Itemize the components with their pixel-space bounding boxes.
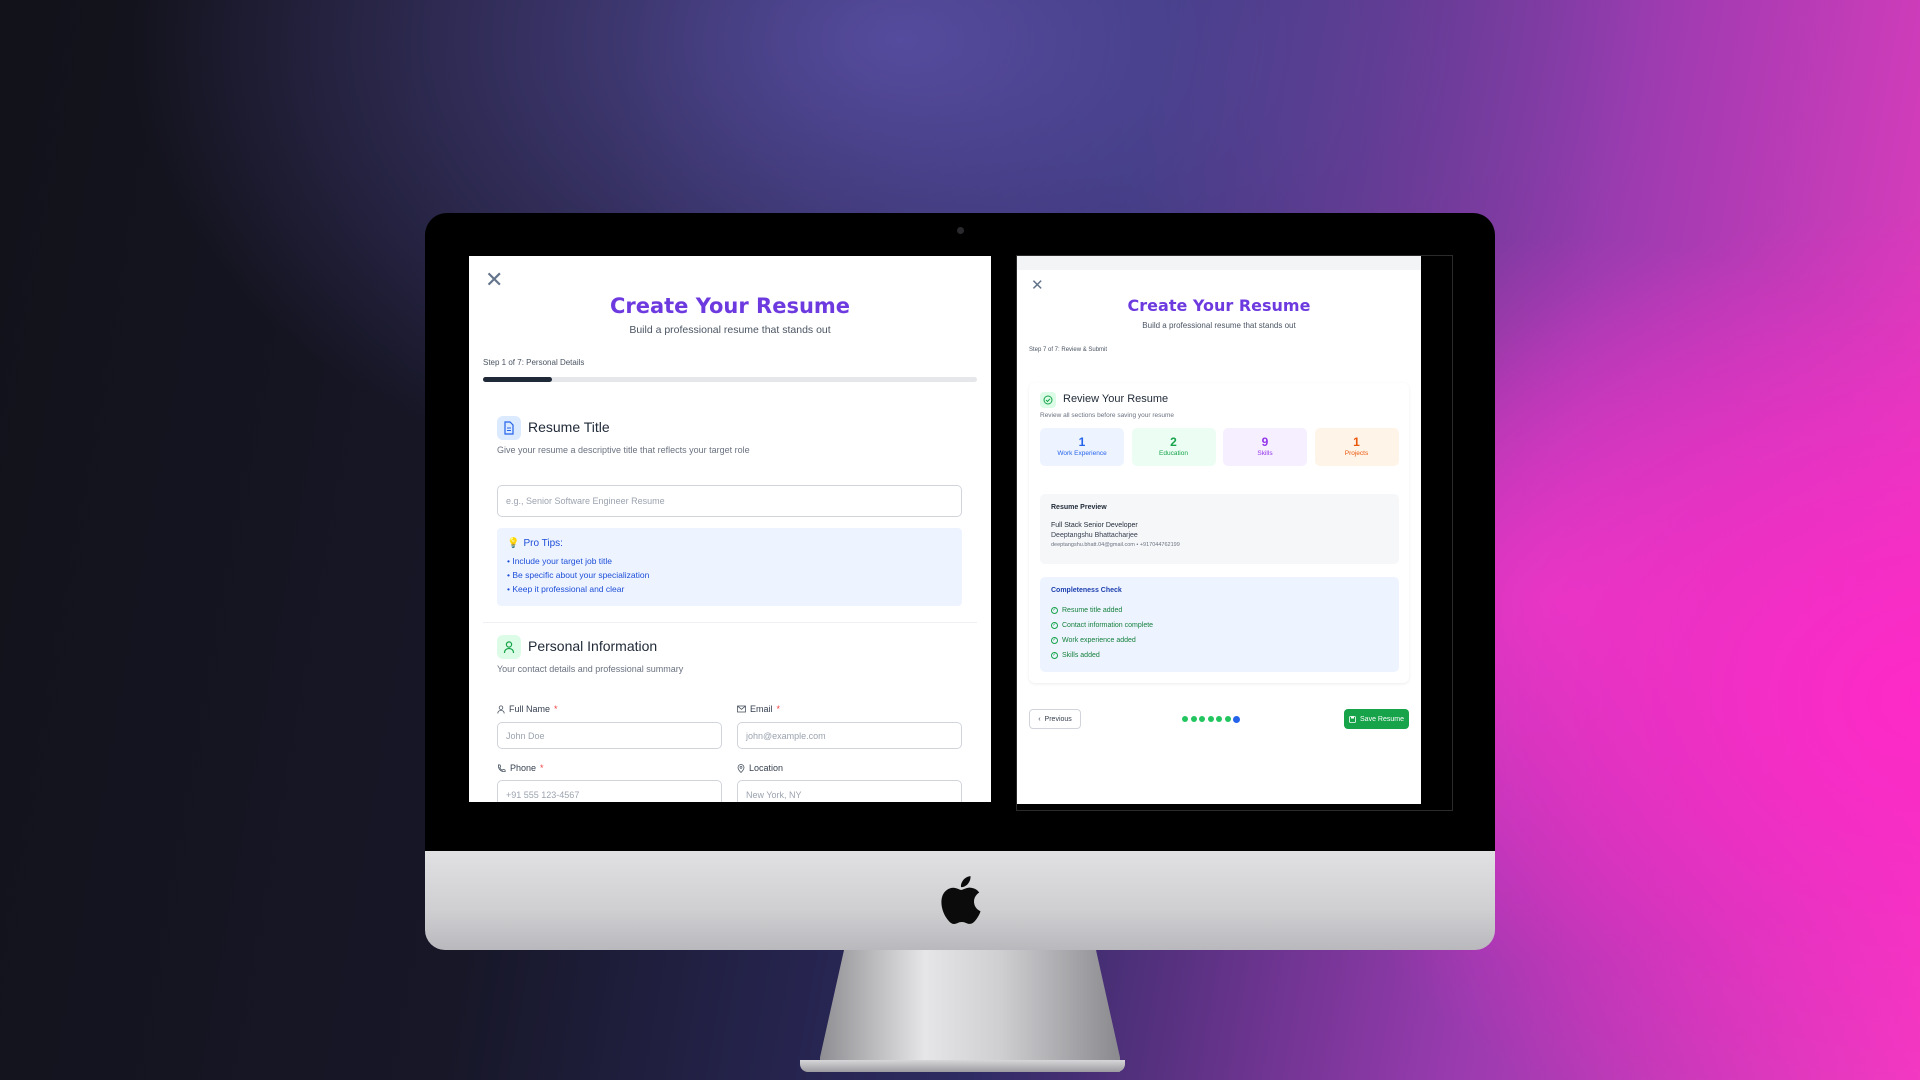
phone-input[interactable]: +91 555 123-4567 — [497, 780, 722, 802]
check-icon: ✓ — [1051, 607, 1058, 614]
tip-item: • Include your target job title — [507, 556, 613, 566]
page-subtitle: Build a professional resume that stands … — [1142, 321, 1296, 330]
step-dot — [1216, 716, 1222, 722]
lightbulb-icon: 💡 — [507, 538, 520, 549]
right-screen: ✕ Create Your Resume Build a professiona… — [1017, 256, 1421, 804]
stat-label: Projects — [1344, 450, 1369, 457]
preview-resume-title: Full Stack Senior Developer — [1051, 522, 1138, 529]
required-marker: * — [554, 704, 558, 714]
completeness-item: ✓ Work experience added — [1051, 637, 1136, 644]
stat-card: 9 Skills — [1223, 428, 1307, 466]
completeness-item: ✓ Resume title added — [1051, 607, 1122, 614]
monitor-chin — [425, 851, 1495, 950]
completeness-heading: Completeness Check — [1051, 587, 1122, 594]
phone-label: Phone * — [497, 763, 544, 773]
review-description: Review all sections before saving your r… — [1040, 412, 1175, 419]
full-name-label: Full Name * — [497, 704, 558, 714]
personal-info-description: Your contact details and professional su… — [497, 664, 684, 674]
step-dot — [1182, 716, 1188, 722]
step-dot — [1199, 716, 1205, 722]
completeness-item-label: Skills added — [1062, 652, 1100, 659]
check-icon: ✓ — [1051, 637, 1058, 644]
step-dot — [1224, 716, 1231, 722]
user-icon — [497, 705, 505, 714]
preview-contact: deeptangshu.bhatt.04@gmail.com • +917044… — [1051, 542, 1180, 548]
close-icon[interactable]: ✕ — [485, 270, 503, 292]
step-dot — [1190, 716, 1197, 722]
email-input[interactable]: john@example.com — [737, 722, 962, 749]
stat-value: 2 — [1170, 435, 1177, 449]
completeness-check: Completeness Check ✓ Resume title added ✓… — [1040, 577, 1399, 672]
location-label-text: Location — [749, 763, 784, 773]
resume-title-description: Give your resume a descriptive title tha… — [497, 445, 750, 455]
page-title: Create Your Resume — [609, 294, 851, 318]
step-dot — [1233, 715, 1240, 723]
stat-card: 2 Education — [1131, 428, 1216, 466]
completeness-item: ✓ Contact information complete — [1051, 622, 1153, 629]
check-icon: ✓ — [1051, 622, 1058, 629]
review-card: Review Your Resume Review all sections b… — [1029, 383, 1409, 683]
chevron-left-icon: ‹ — [1038, 715, 1041, 723]
stat-value: 9 — [1261, 435, 1269, 449]
previous-button[interactable]: ‹ Previous — [1029, 709, 1081, 729]
required-marker: * — [776, 704, 781, 714]
resume-preview-heading: Resume Preview — [1051, 504, 1107, 511]
phone-icon — [497, 763, 506, 772]
save-resume-button[interactable]: Save Resume — [1344, 709, 1409, 729]
email-label: Email * — [737, 704, 780, 714]
check-icon: ✓ — [1051, 652, 1058, 659]
stat-label: Skills — [1257, 450, 1273, 457]
page-subtitle: Build a professional resume that stands … — [629, 324, 831, 336]
review-heading: Review Your Resume — [1063, 393, 1169, 405]
step-indicator: Step 7 of 7: Review & Submit — [1029, 347, 1108, 353]
monitor-stand-base — [800, 1060, 1125, 1072]
phone-label-text: Phone — [510, 763, 537, 773]
mail-icon — [737, 705, 746, 713]
preview-name: Deeptangshu Bhattacharjee — [1051, 532, 1138, 539]
left-screen: ✕ Create Your Resume Build a professiona… — [469, 256, 991, 802]
completeness-item-label: Work experience added — [1062, 637, 1136, 644]
resume-title-heading: Resume Title — [528, 419, 610, 435]
close-icon[interactable]: ✕ — [1031, 278, 1044, 293]
resume-title-input[interactable]: e.g., Senior Software Engineer Resume — [497, 485, 962, 517]
pro-tips-box: 💡 Pro Tips: • Include your target job ti… — [497, 528, 962, 606]
tip-item: • Be specific about your specialization — [507, 570, 650, 580]
previous-button-label: Previous — [1044, 715, 1072, 723]
personal-info-heading: Personal Information — [528, 638, 658, 654]
stat-label: Work Experience — [1057, 450, 1107, 457]
step-indicator: Step 1 of 7: Personal Details — [483, 358, 585, 367]
progress-bar — [483, 377, 977, 382]
completeness-item-label: Resume title added — [1062, 607, 1123, 614]
check-circle-icon — [1040, 392, 1056, 408]
user-icon — [497, 635, 521, 659]
stat-label: Education — [1159, 450, 1188, 457]
location-input[interactable]: New York, NY — [737, 780, 962, 802]
location-label: Location — [737, 763, 783, 773]
resume-preview: Resume Preview Full Stack Senior Develop… — [1040, 494, 1399, 564]
camera-icon — [957, 227, 964, 234]
page-title: Create Your Resume — [1127, 296, 1311, 315]
tip-item: • Keep it professional and clear — [507, 584, 625, 594]
save-icon — [1349, 715, 1356, 723]
completeness-item: ✓ Skills added — [1051, 652, 1100, 659]
monitor-stand — [820, 950, 1120, 1072]
completeness-item-label: Contact information complete — [1062, 622, 1154, 629]
stat-value: 1 — [1353, 435, 1360, 449]
pro-tips-title: Pro Tips: — [523, 538, 563, 549]
full-name-label-text: Full Name — [509, 704, 551, 714]
step-dot — [1207, 716, 1214, 722]
apple-logo-icon — [941, 876, 981, 925]
stat-card: 1 Work Experience — [1040, 428, 1124, 466]
full-name-input[interactable]: John Doe — [497, 722, 722, 749]
save-resume-label: Save Resume — [1360, 715, 1404, 723]
stat-card: 1 Projects — [1314, 428, 1399, 466]
map-pin-icon — [737, 763, 745, 773]
document-icon — [497, 416, 521, 440]
email-label-text: Email — [750, 704, 773, 714]
progress-fill — [483, 377, 553, 382]
stat-value: 1 — [1078, 435, 1086, 449]
required-marker: * — [540, 763, 544, 773]
